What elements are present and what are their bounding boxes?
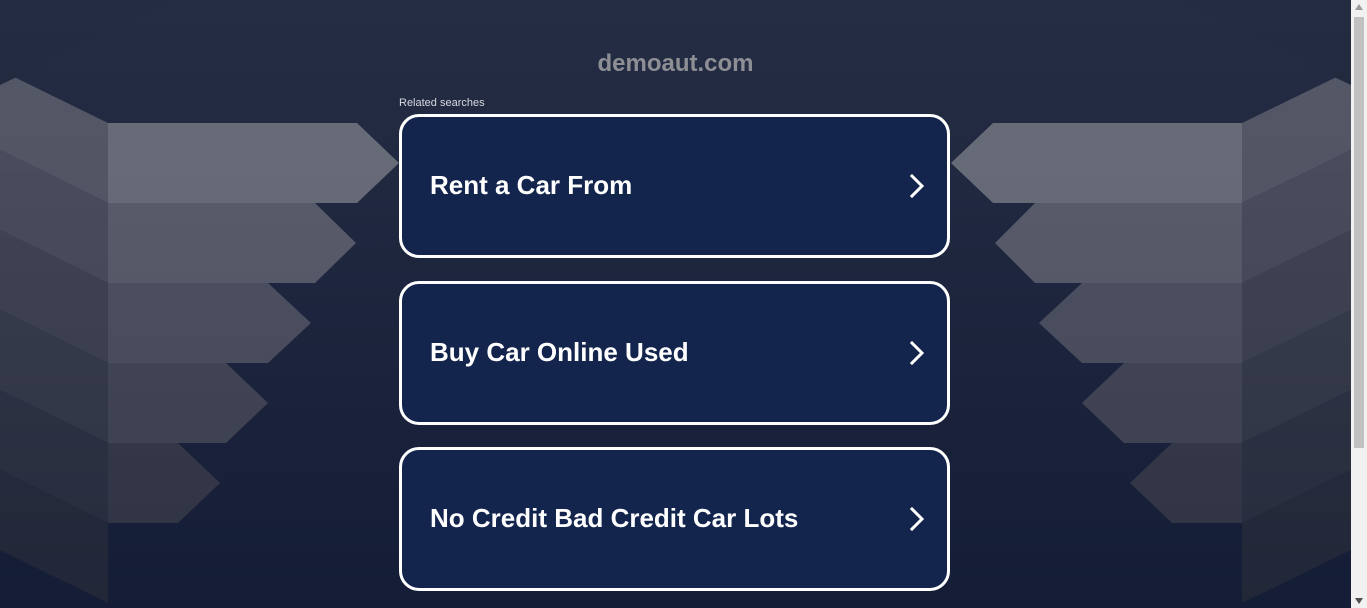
related-search-label: Buy Car Online Used xyxy=(430,337,689,367)
chevron-right-icon xyxy=(908,173,926,199)
triangle-down-icon[interactable] xyxy=(1351,594,1367,608)
related-search-link-no-credit-bad-credit-car-lots[interactable]: No Credit Bad Credit Car Lots xyxy=(399,447,950,591)
triangle-up-icon[interactable] xyxy=(1351,0,1367,14)
related-searches-label: Related searches xyxy=(399,97,485,109)
domain-title: demoaut.com xyxy=(597,50,754,78)
chevron-right-icon xyxy=(908,340,926,366)
related-search-link-rent-a-car-from[interactable]: Rent a Car From xyxy=(399,114,950,258)
vertical-scrollbar[interactable] xyxy=(1351,0,1367,608)
related-search-label: No Credit Bad Credit Car Lots xyxy=(430,503,799,533)
scrollbar-thumb[interactable] xyxy=(1354,17,1364,448)
chevron-right-icon xyxy=(908,506,926,532)
related-search-label: Rent a Car From xyxy=(430,170,633,200)
parked-domain-page: demoaut.com Related searches Rent a Car … xyxy=(0,0,1351,608)
related-search-link-buy-car-online-used[interactable]: Buy Car Online Used xyxy=(399,281,950,425)
